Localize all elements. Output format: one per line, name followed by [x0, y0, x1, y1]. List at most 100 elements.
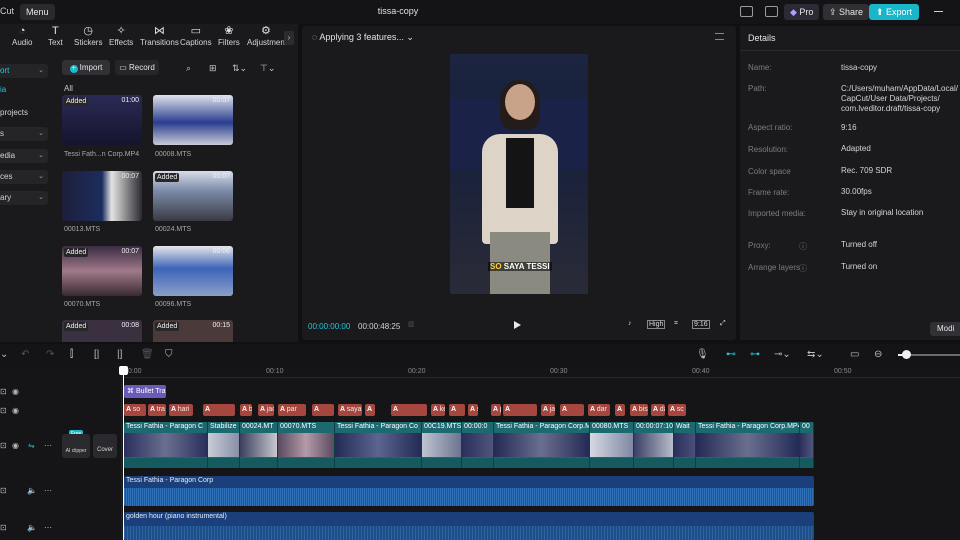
tool-captions[interactable]: ▭ Captions	[180, 26, 212, 48]
text-clip[interactable]: A	[615, 404, 625, 416]
text-clip[interactable]: A	[391, 404, 427, 416]
lock-icon[interactable]: ⊡	[0, 406, 7, 415]
text-clip[interactable]: A sa	[468, 404, 478, 416]
text-clip[interactable]: A hari	[169, 404, 193, 416]
lock-icon[interactable]: ⊡	[0, 523, 7, 532]
video-clip[interactable]: 00024.MT	[240, 422, 278, 468]
redo-icon[interactable]: ↷	[46, 349, 54, 360]
text-clip[interactable]: A sc	[668, 404, 686, 416]
text-clip[interactable]: A da	[651, 404, 665, 416]
video-clip[interactable]: 00	[800, 422, 814, 468]
lock-icon[interactable]: ⊡	[0, 387, 7, 396]
media-thumb-0[interactable]: Added 01:00	[62, 95, 142, 145]
video-clip[interactable]: 00C19.MTS	[422, 422, 462, 468]
filter-icon[interactable]: ⊤⌄	[260, 63, 275, 74]
time-ruler[interactable]: 00:00 00:10 00:20 00:30 00:40 00:50	[122, 366, 960, 378]
more-icon[interactable]: ⋯	[44, 486, 52, 495]
sidebar-item-s[interactable]: s ⌄	[0, 127, 48, 141]
video-clip[interactable]: Stabilize	[208, 422, 240, 468]
video-clip[interactable]: Tessi Fathia - Paragon Corp.M	[494, 422, 590, 468]
record-button[interactable]: ▭ Record	[115, 60, 159, 75]
sidebar-item-media[interactable]: ia	[0, 83, 48, 97]
lock-icon[interactable]: ⊡	[0, 441, 7, 450]
text-clip[interactable]: A bis	[630, 404, 648, 416]
more-icon[interactable]: ⋯	[44, 523, 52, 532]
info-icon[interactable]: ⓘ	[799, 263, 807, 274]
play-button[interactable]	[514, 321, 521, 329]
tiktok-icon[interactable]: ♪	[628, 320, 632, 327]
media-thumb-7[interactable]: Added 00:15	[153, 320, 233, 342]
link-icon[interactable]: ⊸⌄	[774, 349, 791, 360]
text-clip[interactable]: A ja	[541, 404, 555, 416]
layout-icon[interactable]	[740, 6, 753, 17]
tool-effects[interactable]: ✧ Effects	[109, 26, 133, 48]
export-button[interactable]: ⬆ Export	[869, 4, 920, 20]
video-clip[interactable]: 00080.MTS	[590, 422, 634, 468]
text-clip[interactable]: A	[365, 404, 375, 416]
quality-button[interactable]: High	[647, 320, 666, 329]
aspect-ratio-button[interactable]: 9:16	[692, 320, 710, 329]
speaker-icon[interactable]: 🔈	[27, 523, 37, 532]
text-clip[interactable]: A saya	[338, 404, 362, 416]
video-clip[interactable]: 00070.MTS	[278, 422, 335, 468]
pro-button[interactable]: ◆ Pro	[784, 4, 820, 20]
import-button[interactable]: + Import	[62, 60, 110, 75]
media-thumb-1[interactable]: 00:07	[153, 95, 233, 145]
sidebar-item-stock-media[interactable]: edia ⌄	[0, 149, 48, 163]
delete-icon[interactable]: 🗑	[141, 349, 154, 360]
video-clip[interactable]: Wait	[674, 422, 696, 468]
zoom-out-icon[interactable]: ⊖	[874, 349, 882, 360]
audio-track-voice[interactable]: Tessi Fathia - Paragon Corp	[124, 476, 814, 506]
text-clip[interactable]: A jad	[258, 404, 274, 416]
tool-transitions[interactable]: ⋈ Transitions	[140, 26, 179, 48]
text-clip[interactable]: A	[312, 404, 334, 416]
eye-icon[interactable]: ◉	[12, 387, 19, 396]
text-clip[interactable]: A dar	[588, 404, 610, 416]
tool-adjustment[interactable]: ⚙ Adjustmen	[247, 26, 285, 48]
lock-icon[interactable]: ⊡	[0, 486, 7, 495]
text-clip[interactable]: A pes	[491, 404, 501, 416]
grid-view-icon[interactable]: ⊞	[209, 63, 217, 74]
crop-icon[interactable]: ⌗	[674, 320, 678, 328]
sidebar-item-projects[interactable]: projects	[0, 106, 48, 120]
text-clip[interactable]: A	[560, 404, 584, 416]
magnet-icon[interactable]: ⊷	[726, 349, 736, 360]
text-clip[interactable]: A	[449, 404, 465, 416]
info-icon[interactable]: ⓘ	[799, 241, 807, 252]
timeline-grid-icon[interactable]: ▥	[408, 320, 415, 328]
player-menu-icon[interactable]	[715, 33, 724, 40]
search-icon[interactable]: ⌕	[186, 63, 191, 74]
sort-icon[interactable]: ⇅⌄	[232, 63, 247, 74]
media-thumb-6[interactable]: Added 00:08	[62, 320, 142, 342]
ai-clipper-button[interactable]: AI clipper	[62, 434, 90, 458]
toolbar-more-button[interactable]: ›	[284, 31, 294, 45]
eye-icon[interactable]: ◉	[12, 406, 19, 415]
media-thumb-5[interactable]: 00:06	[153, 246, 233, 296]
preview-axis-icon[interactable]: ⇆⌄	[807, 349, 824, 360]
split-left-icon[interactable]: [|	[94, 349, 99, 360]
auto-snap-icon[interactable]: ⊶	[750, 349, 760, 360]
sidebar-item-library[interactable]: ary ⌄	[0, 191, 48, 205]
video-clip[interactable]: Tessi Fathia - Paragon Co	[335, 422, 422, 468]
keyboard-icon[interactable]	[765, 6, 778, 17]
split-right-icon[interactable]: |]	[117, 349, 122, 360]
text-clip[interactable]: A	[503, 404, 537, 416]
tool-filters[interactable]: ❀ Filters	[218, 26, 240, 48]
text-clip[interactable]: A par	[278, 404, 306, 416]
video-clip[interactable]: 00:00:0	[462, 422, 494, 468]
sidebar-item-spaces[interactable]: ces ⌄	[0, 170, 48, 184]
fullscreen-icon[interactable]: ⤢	[720, 320, 726, 328]
eye-icon[interactable]: ◉	[12, 441, 19, 450]
screen-icon[interactable]: ▭	[850, 349, 859, 360]
speaker-icon[interactable]: 🔈	[27, 486, 37, 495]
text-clip[interactable]: A kemu	[431, 404, 445, 416]
text-clip[interactable]: A	[203, 404, 235, 416]
video-clip[interactable]: Tessi Fathia - Paragon C	[124, 422, 208, 468]
cursor-icon[interactable]: ⌄	[0, 349, 8, 360]
modify-button[interactable]: Modi	[930, 322, 960, 336]
minimize-button[interactable]	[934, 11, 943, 12]
tool-text[interactable]: T Text	[48, 26, 63, 48]
tool-audio[interactable]: ◔ Audio	[12, 26, 32, 48]
media-thumb-2[interactable]: 00:07	[62, 171, 142, 221]
undo-icon[interactable]: ↶	[21, 349, 29, 360]
